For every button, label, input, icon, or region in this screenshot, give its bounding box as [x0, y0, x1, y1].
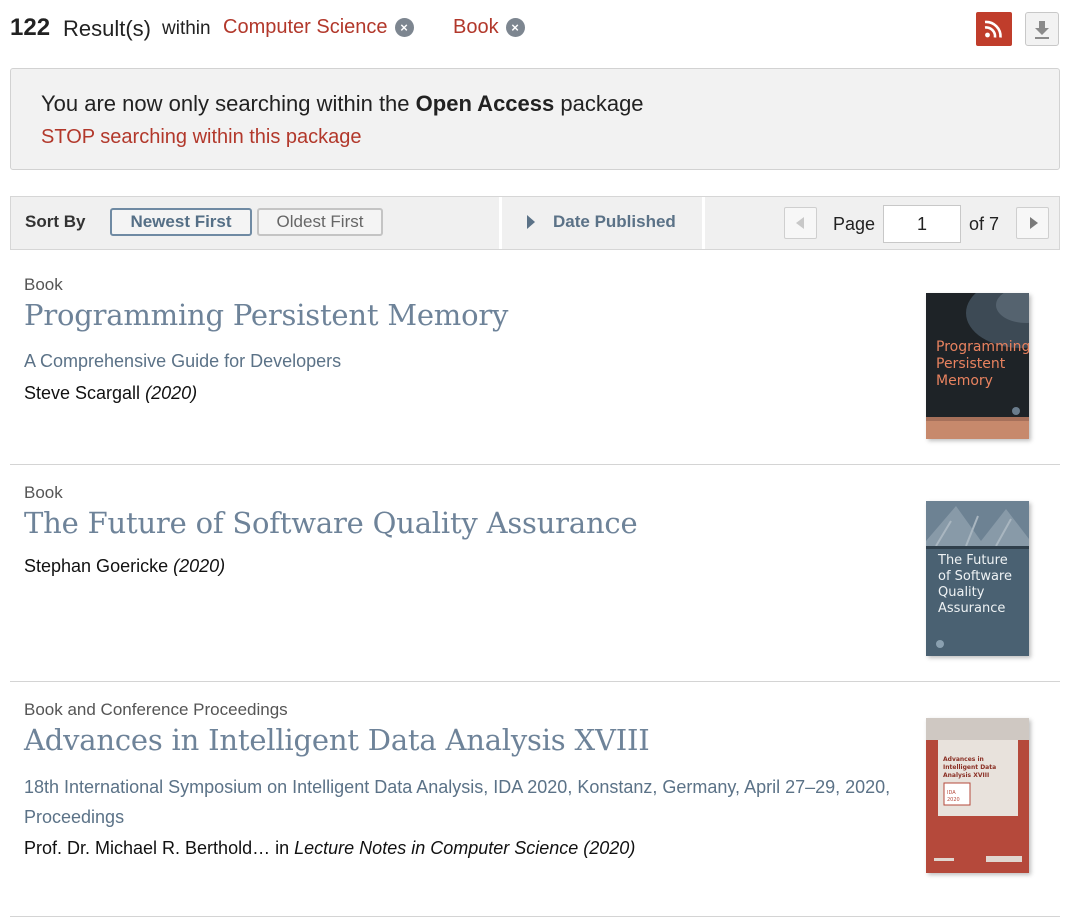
- toolbar-divider: [499, 197, 502, 249]
- result-authors: Prof. Dr. Michael R. Berthold… in Lectur…: [24, 838, 635, 859]
- arrow-right-icon: [1030, 217, 1038, 229]
- result-title-link[interactable]: Programming Persistent Memory: [24, 298, 508, 332]
- facet-computer-science[interactable]: Computer Science ×: [223, 16, 414, 39]
- sort-by-label: Sort By: [25, 212, 86, 231]
- results-header: 122 Result(s) within Computer Science × …: [10, 12, 1060, 46]
- download-icon: [1035, 21, 1049, 39]
- next-page-button[interactable]: [1016, 207, 1049, 239]
- rss-icon: [984, 20, 1002, 38]
- page-number-input[interactable]: [883, 205, 961, 243]
- result-divider: [10, 681, 1060, 682]
- cover-title: Advances in Intelligent Data Analysis XV…: [943, 756, 997, 779]
- open-access-notice: You are now only searching within the Op…: [10, 68, 1060, 170]
- result-type: Book: [24, 275, 63, 294]
- result-divider: [10, 464, 1060, 465]
- cover-title: The Future of Software Quality Assurance: [938, 553, 1012, 616]
- result-authors: Steve Scargall (2020): [24, 383, 197, 404]
- result-year: (2020): [145, 383, 198, 403]
- facet-label: Computer Science: [223, 16, 388, 38]
- results-label: Result(s): [63, 16, 152, 41]
- remove-facet-icon[interactable]: ×: [394, 18, 414, 37]
- result-type: Book and Conference Proceedings: [24, 700, 288, 719]
- expand-triangle-icon: [527, 215, 535, 229]
- result-divider: [10, 916, 1060, 917]
- package-name: Open Access: [415, 91, 555, 116]
- cover-art: [926, 718, 1029, 862]
- date-published-toggle[interactable]: Date Published: [527, 212, 676, 232]
- series-name[interactable]: Lecture Notes in Computer Science (2020): [294, 838, 635, 858]
- cover-badge: IDA 2020: [947, 790, 960, 803]
- sort-toolbar: Sort By Newest First Oldest First Date P…: [10, 196, 1060, 250]
- cover-title: Programming Persistent Memory: [936, 339, 1029, 389]
- rss-button[interactable]: [976, 12, 1012, 46]
- notice-text: You are now only searching within the Op…: [41, 91, 644, 117]
- result-count: 122: [10, 14, 51, 41]
- date-published-label: Date Published: [553, 212, 676, 231]
- notice-prefix: You are now only searching within the: [41, 91, 416, 116]
- previous-page-button[interactable]: [784, 207, 817, 239]
- author-name[interactable]: Steve Scargall: [24, 383, 140, 403]
- sort-oldest-button[interactable]: Oldest First: [257, 208, 383, 236]
- author-name[interactable]: Stephan Goericke: [24, 556, 168, 576]
- in-label: in: [275, 838, 290, 858]
- remove-facet-icon[interactable]: ×: [505, 18, 525, 37]
- notice-suffix: package: [554, 91, 644, 116]
- facet-book[interactable]: Book ×: [453, 16, 525, 39]
- book-cover[interactable]: Advances in Intelligent Data Analysis XV…: [926, 718, 1029, 873]
- download-button[interactable]: [1025, 12, 1059, 46]
- result-subtitle: 18th International Symposium on Intellig…: [24, 777, 891, 827]
- book-cover[interactable]: The Future of Software Quality Assurance: [926, 501, 1029, 656]
- toolbar-divider: [702, 197, 705, 249]
- result-title-link[interactable]: Advances in Intelligent Data Analysis XV…: [24, 723, 650, 757]
- stop-searching-link[interactable]: STOP searching within this package: [41, 126, 362, 149]
- page-total: of 7: [969, 214, 1000, 234]
- facet-label: Book: [453, 16, 499, 38]
- result-authors: Stephan Goericke (2020): [24, 556, 225, 577]
- arrow-left-icon: [796, 217, 804, 229]
- page-label: Page: [833, 214, 876, 234]
- author-name[interactable]: Prof. Dr. Michael R. Berthold…: [24, 838, 270, 858]
- sort-newest-button[interactable]: Newest First: [110, 208, 252, 236]
- result-subtitle: A Comprehensive Guide for Developers: [24, 351, 342, 371]
- book-cover[interactable]: Programming Persistent Memory: [926, 293, 1029, 439]
- result-title-link[interactable]: The Future of Software Quality Assurance: [24, 506, 638, 540]
- within-label: within: [162, 18, 211, 39]
- result-type: Book: [24, 483, 63, 502]
- result-year: (2020): [173, 556, 226, 576]
